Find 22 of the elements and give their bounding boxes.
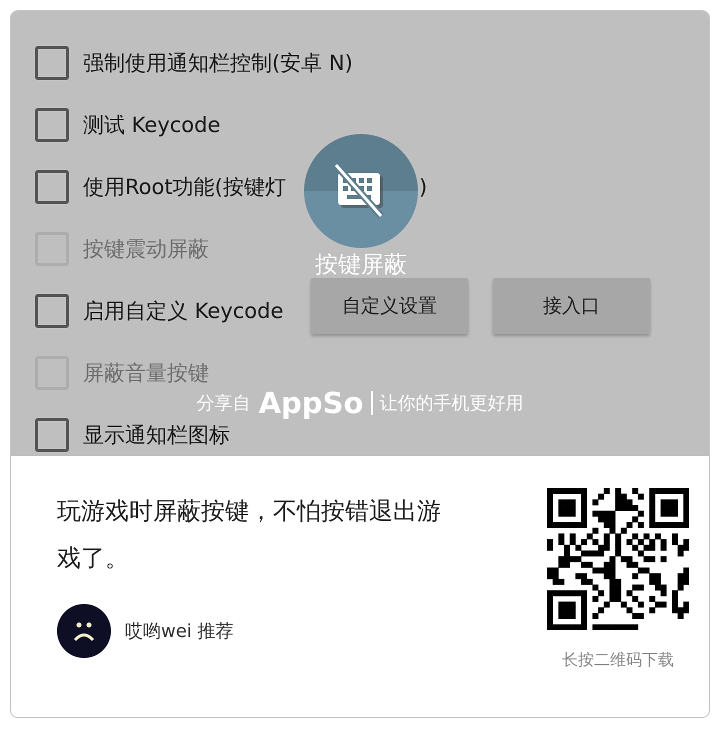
qr-caption: 长按二维码下载	[562, 650, 674, 671]
checkbox[interactable]	[35, 108, 69, 142]
recommender: 哎哟wei 推荐	[125, 620, 234, 643]
option-label: )	[419, 175, 428, 199]
option-label: 显示通知栏图标	[83, 422, 230, 449]
checkbox[interactable]	[35, 418, 69, 452]
app-name: 按键屏蔽	[314, 251, 408, 280]
checkbox[interactable]	[35, 46, 69, 80]
checkbox[interactable]	[35, 294, 69, 328]
app-button[interactable]: 自定义设置	[311, 278, 468, 334]
app-description: 玩游戏时屏蔽按键，不怕按错退出游戏了。	[57, 496, 442, 574]
option-label: 启用自定义 Keycode	[83, 298, 284, 325]
checkbox[interactable]	[35, 170, 69, 204]
option-label: 强制使用通知栏控制(安卓 N)	[83, 50, 353, 77]
option-label: 屏蔽音量按键	[83, 360, 209, 387]
slogan: 让你的手机更好用	[371, 391, 524, 415]
share-prefix: 分享自	[196, 392, 251, 415]
brand-name: AppSo	[258, 386, 364, 420]
app-button[interactable]: 接入口	[493, 278, 650, 334]
option-label: 按键震动屏蔽	[83, 236, 209, 263]
option-label: 测试 Keycode	[83, 112, 220, 139]
option-label: 使用Root功能(按键灯	[83, 174, 286, 201]
